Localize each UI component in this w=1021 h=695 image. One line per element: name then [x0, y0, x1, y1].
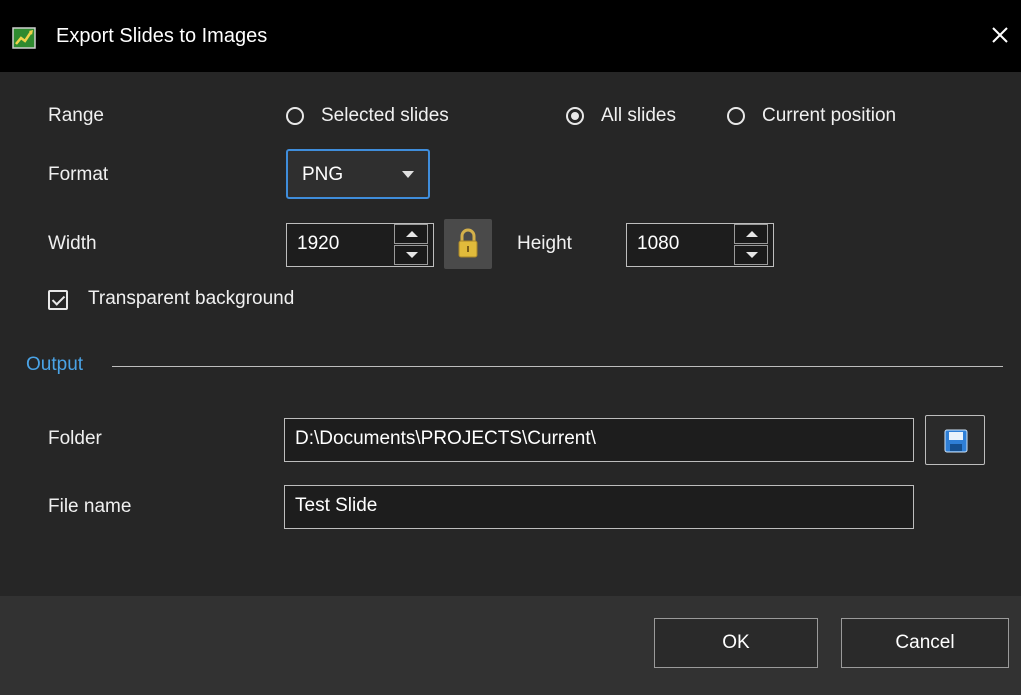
file-name-value: Test Slide: [295, 495, 378, 516]
close-icon[interactable]: [987, 22, 1013, 48]
height-stepper[interactable]: [734, 224, 768, 266]
save-folder-icon: [944, 429, 968, 453]
aspect-lock-button[interactable]: [444, 219, 492, 269]
width-label: Width: [48, 233, 97, 254]
arrow-down-icon: [406, 252, 418, 258]
width-decrement-button[interactable]: [394, 245, 428, 265]
radio-selected-slides[interactable]: [286, 107, 304, 125]
arrow-up-icon: [746, 231, 758, 237]
width-stepper[interactable]: [394, 224, 428, 266]
browse-folder-button[interactable]: [925, 415, 985, 465]
format-value: PNG: [302, 164, 344, 185]
folder-label: Folder: [48, 428, 102, 449]
ok-button[interactable]: OK: [654, 618, 818, 668]
folder-input[interactable]: D:\Documents\PROJECTS\Current\: [284, 418, 914, 462]
file-name-label: File name: [48, 496, 132, 517]
title-bar: Export Slides to Images: [0, 0, 1021, 72]
radio-selected-slides-label[interactable]: Selected slides: [321, 105, 449, 127]
range-label: Range: [48, 105, 104, 126]
height-label: Height: [517, 233, 572, 254]
format-select[interactable]: PNG: [286, 149, 430, 199]
output-divider: [112, 366, 1003, 367]
format-label: Format: [48, 164, 109, 185]
file-name-input[interactable]: Test Slide: [284, 485, 914, 529]
cancel-button[interactable]: Cancel: [841, 618, 1009, 668]
radio-current-position-label[interactable]: Current position: [762, 105, 896, 127]
width-value: 1920: [297, 233, 340, 254]
lock-icon: [458, 228, 478, 258]
transparent-background-checkbox[interactable]: [48, 290, 68, 310]
output-group-label: Output: [26, 354, 84, 375]
arrow-down-icon: [746, 252, 758, 258]
height-decrement-button[interactable]: [734, 245, 768, 265]
export-dialog: Export Slides to Images Range Selected s…: [0, 0, 1021, 695]
arrow-up-icon: [406, 231, 418, 237]
height-value: 1080: [637, 233, 680, 254]
transparent-background-label[interactable]: Transparent background: [88, 288, 294, 310]
chevron-down-icon: [402, 171, 414, 178]
radio-all-slides-label[interactable]: All slides: [601, 105, 676, 127]
radio-current-position[interactable]: [727, 107, 745, 125]
window-title: Export Slides to Images: [56, 25, 268, 47]
folder-value: D:\Documents\PROJECTS\Current\: [295, 428, 596, 449]
slideshow-chart-icon: [12, 27, 36, 49]
radio-all-slides[interactable]: [566, 107, 584, 125]
height-increment-button[interactable]: [734, 224, 768, 244]
width-increment-button[interactable]: [394, 224, 428, 244]
